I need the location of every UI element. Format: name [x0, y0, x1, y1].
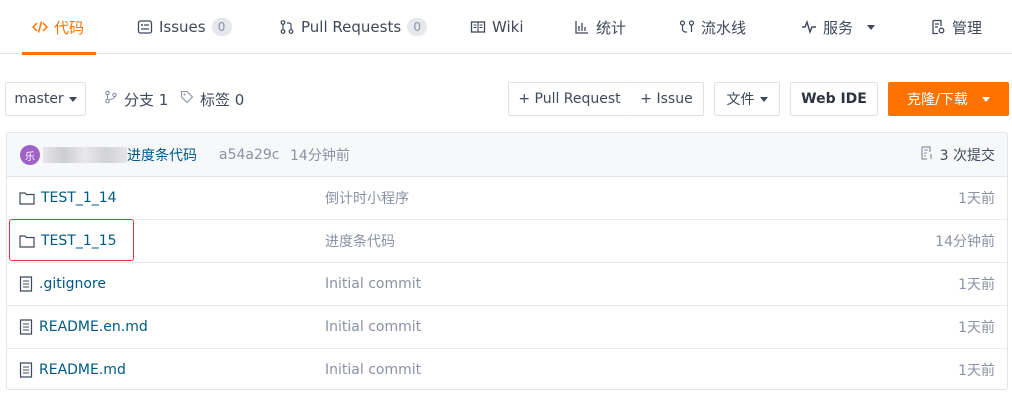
file-link[interactable]: .gitignore — [19, 263, 106, 305]
file-commit-message[interactable]: 倒计时小程序 — [325, 177, 409, 219]
commit-message-link[interactable]: 进度条代码 — [127, 133, 197, 177]
file-commit-message[interactable]: 进度条代码 — [325, 220, 395, 262]
chevron-down-icon — [68, 96, 77, 102]
tab-pull-requests[interactable]: Pull Requests 0 — [279, 0, 428, 54]
tags-count: 标签 0 — [200, 90, 245, 109]
tab-manage[interactable]: 管理 — [930, 0, 982, 54]
tab-label: 统计 — [596, 18, 627, 37]
file-row[interactable]: .gitignore Initial commit 1天前 — [7, 263, 1007, 306]
blurred-author-name — [43, 147, 127, 163]
folder-icon — [19, 235, 35, 248]
file-row[interactable]: TEST_1_15 进度条代码 14分钟前 — [7, 220, 1007, 263]
tab-label: 流水线 — [701, 18, 747, 37]
file-commit-message[interactable]: Initial commit — [325, 306, 421, 348]
web-ide-button[interactable]: Web IDE — [790, 82, 878, 116]
file-menu-button[interactable]: 文件 — [714, 82, 780, 116]
file-row[interactable]: README.md Initial commit 1天前 — [7, 349, 1007, 389]
file-menu-label: 文件 — [726, 92, 755, 108]
branch-select[interactable]: master — [5, 82, 86, 116]
new-pull-request-button[interactable]: + Pull Request — [508, 82, 631, 116]
tab-services[interactable]: 服务 — [801, 0, 876, 54]
file-name: .gitignore — [39, 276, 106, 292]
tab-label: 管理 — [952, 18, 983, 37]
file-commit-message[interactable]: Initial commit — [325, 349, 421, 389]
file-list-panel: 乐 进度条代码 a54a29c 14分钟前 3 次提交 TEST_1_14 倒计… — [6, 132, 1008, 390]
bar-chart-icon — [574, 19, 590, 35]
repo-nav-tabs: 代码 Issues 0 Pull Requests 0 Wiki 统计 流水线 — [0, 0, 1012, 55]
commit-count: 3 次提交 — [939, 148, 995, 164]
file-link[interactable]: README.en.md — [19, 306, 148, 348]
issues-count-badge: 0 — [211, 18, 232, 36]
pipeline-icon — [679, 19, 695, 35]
repo-toolbar: master 分支 1 标签 0 + Pull Request + Issue … — [0, 82, 1012, 118]
file-link[interactable]: TEST_1_14 — [19, 177, 117, 219]
tab-statistics[interactable]: 统计 — [574, 0, 626, 54]
file-row[interactable]: TEST_1_14 倒计时小程序 1天前 — [7, 177, 1007, 220]
code-icon — [32, 19, 48, 35]
commit-count-link[interactable]: 3 次提交 — [920, 133, 995, 177]
tab-label: Pull Requests — [301, 18, 402, 36]
file-commit-time: 1天前 — [958, 191, 995, 207]
wiki-book-icon — [470, 19, 486, 35]
tab-label: Issues — [159, 18, 206, 36]
latest-commit-bar: 乐 进度条代码 a54a29c 14分钟前 3 次提交 — [7, 133, 1007, 177]
tab-pipeline[interactable]: 流水线 — [679, 0, 746, 54]
pulse-icon — [801, 19, 817, 35]
file-commit-time: 14分钟前 — [935, 234, 995, 250]
file-commit-time: 1天前 — [958, 363, 995, 379]
branches-count: 分支 1 — [124, 90, 169, 109]
file-commit-time: 1天前 — [958, 277, 995, 293]
commits-list-icon — [920, 146, 934, 164]
file-name: TEST_1_14 — [41, 190, 117, 206]
branch-icon — [104, 90, 118, 108]
tab-issues[interactable]: Issues 0 — [137, 0, 232, 54]
chevron-down-icon — [759, 96, 768, 102]
file-name: TEST_1_15 — [41, 233, 117, 249]
tab-label: 代码 — [54, 18, 85, 37]
chevron-down-icon — [981, 96, 990, 102]
pull-request-icon — [279, 19, 295, 35]
tab-wiki[interactable]: Wiki — [470, 0, 524, 54]
file-name: README.en.md — [39, 319, 148, 335]
chevron-down-icon — [867, 24, 876, 30]
commit-time: 14分钟前 — [290, 148, 350, 164]
file-link[interactable]: TEST_1_15 — [19, 220, 117, 262]
settings-doc-icon — [930, 19, 946, 35]
avatar[interactable]: 乐 — [20, 145, 40, 165]
issue-icon — [137, 19, 153, 35]
file-icon — [19, 319, 33, 335]
branches-link[interactable]: 分支 1 — [104, 82, 168, 116]
tab-label: 服务 — [823, 18, 854, 37]
pull-requests-count-badge: 0 — [407, 18, 428, 36]
clone-download-label: 克隆/下载 — [907, 92, 968, 108]
file-name: README.md — [39, 362, 126, 378]
file-link[interactable]: README.md — [19, 349, 126, 389]
new-issue-button[interactable]: + Issue — [630, 82, 704, 116]
file-row[interactable]: README.en.md Initial commit 1天前 — [7, 306, 1007, 349]
file-icon — [19, 362, 33, 378]
file-icon — [19, 276, 33, 292]
tag-icon — [180, 90, 194, 108]
branch-select-value: master — [14, 91, 64, 107]
file-commit-time: 1天前 — [958, 320, 995, 336]
file-commit-message[interactable]: Initial commit — [325, 263, 421, 305]
tab-label: Wiki — [492, 18, 524, 36]
folder-icon — [19, 192, 35, 205]
commit-hash[interactable]: a54a29c — [219, 133, 279, 177]
clone-download-button[interactable]: 克隆/下载 — [888, 82, 1009, 116]
tab-code[interactable]: 代码 — [21, 0, 97, 55]
tags-link[interactable]: 标签 0 — [180, 82, 244, 116]
